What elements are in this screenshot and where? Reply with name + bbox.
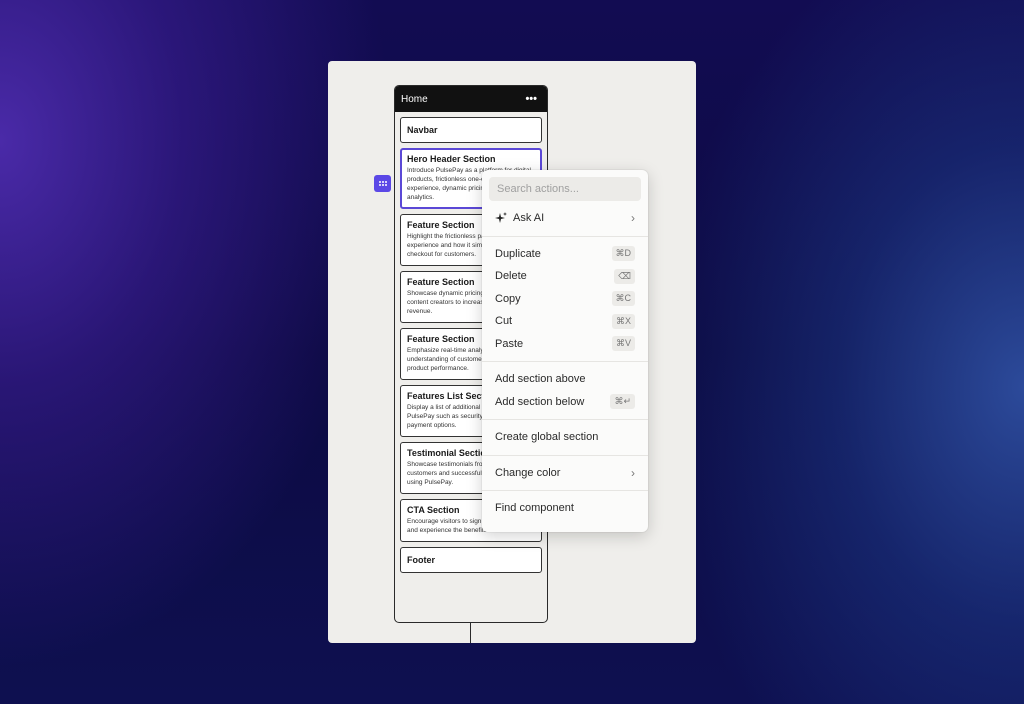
grip-icon bbox=[378, 181, 387, 186]
menu-divider bbox=[482, 235, 648, 237]
section-title: Footer bbox=[407, 555, 435, 565]
menu-item-ask-ai[interactable]: Ask AI › bbox=[489, 207, 641, 230]
menu-item-label: Duplicate bbox=[495, 247, 541, 260]
menu-divider bbox=[482, 490, 648, 491]
menu-item-label: Create global section bbox=[495, 431, 599, 444]
menu-item-add-section-above[interactable]: Add section above bbox=[489, 368, 641, 391]
shortcut-badge: ⌘C bbox=[611, 291, 635, 307]
menu-item-delete[interactable]: Delete ⌫ bbox=[489, 265, 641, 288]
panel-header: Home ••• bbox=[395, 86, 547, 112]
drag-handle[interactable] bbox=[374, 175, 391, 192]
search-actions-input[interactable] bbox=[489, 177, 641, 201]
section-title: Navbar bbox=[407, 125, 438, 135]
shortcut-badge: ⌘D bbox=[611, 246, 635, 262]
menu-divider bbox=[482, 454, 648, 456]
menu-item-duplicate[interactable]: Duplicate ⌘D bbox=[489, 243, 641, 266]
shortcut-badge: ⌘V bbox=[611, 336, 635, 352]
menu-divider bbox=[482, 361, 648, 362]
menu-item-label: Add section below bbox=[495, 395, 585, 408]
sparkle-icon bbox=[495, 212, 507, 224]
menu-item-label: Find component bbox=[495, 502, 574, 515]
page-title: Home bbox=[401, 93, 428, 105]
shortcut-badge: ⌘↵ bbox=[610, 394, 635, 410]
menu-item-copy[interactable]: Copy ⌘C bbox=[489, 288, 641, 311]
menu-item-cut[interactable]: Cut ⌘X bbox=[489, 310, 641, 333]
menu-item-change-color[interactable]: Change color › bbox=[489, 462, 641, 485]
shortcut-badge: ⌫ bbox=[614, 268, 635, 284]
shortcut-badge: ⌘X bbox=[611, 313, 635, 329]
ask-ai-label: Ask AI bbox=[513, 212, 545, 225]
menu-item-label: Cut bbox=[495, 315, 513, 328]
menu-item-label: Paste bbox=[495, 337, 524, 350]
section-title: Hero Header Section bbox=[407, 154, 496, 164]
menu-item-label: Add section above bbox=[495, 373, 586, 386]
menu-item-label: Copy bbox=[495, 292, 521, 305]
section-card[interactable]: Footer bbox=[400, 547, 542, 573]
menu-item-paste[interactable]: Paste ⌘V bbox=[489, 333, 641, 356]
menu-item-create-global-section[interactable]: Create global section bbox=[489, 426, 641, 449]
chevron-right-icon: › bbox=[631, 211, 635, 226]
menu-divider bbox=[482, 419, 648, 420]
menu-item-add-section-below[interactable]: Add section below ⌘↵ bbox=[489, 391, 641, 414]
connector-line bbox=[470, 622, 471, 643]
menu-item-label: Change color bbox=[495, 466, 561, 479]
context-menu: Ask AI › Duplicate ⌘D Delete ⌫ Copy ⌘C Cut ⌘X Pa… bbox=[482, 170, 648, 532]
ellipsis-icon[interactable]: ••• bbox=[525, 93, 537, 105]
chevron-right-icon: › bbox=[631, 465, 635, 480]
section-card[interactable]: Navbar bbox=[400, 117, 542, 143]
menu-item-label: Delete bbox=[495, 270, 527, 283]
menu-item-find-component[interactable]: Find component bbox=[489, 497, 641, 520]
